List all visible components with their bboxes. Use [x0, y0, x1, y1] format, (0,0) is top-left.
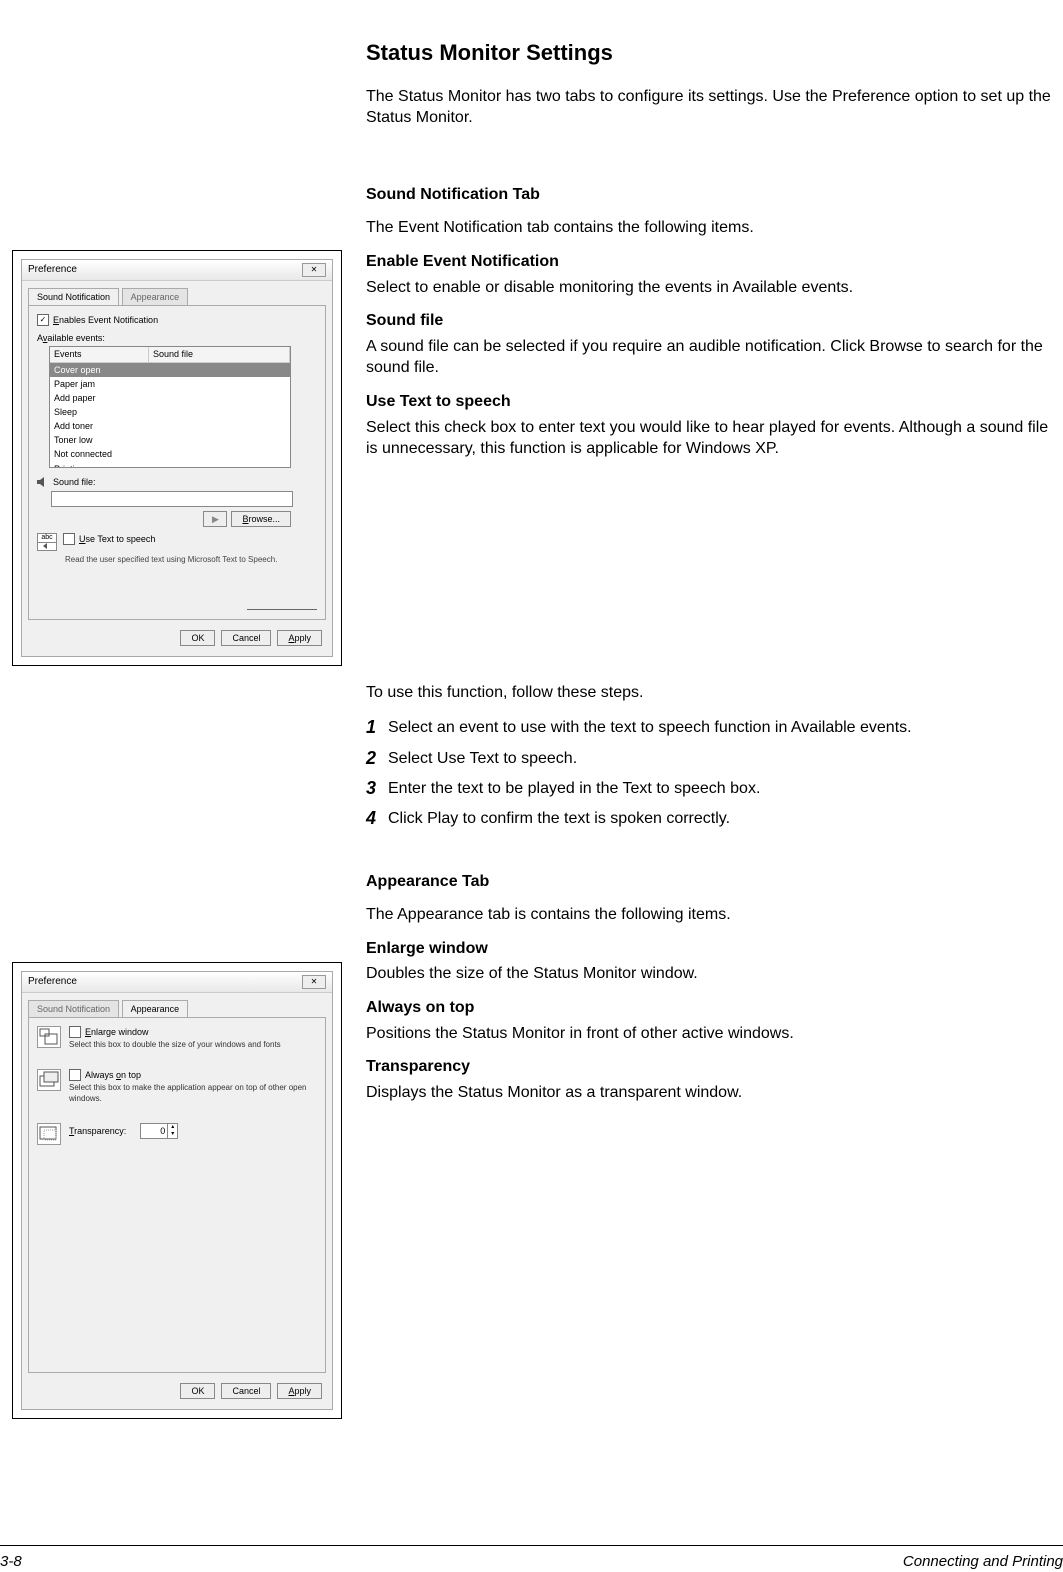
step-number: 1 [366, 715, 388, 739]
list-item[interactable]: Sleep [50, 405, 290, 419]
events-listbox[interactable]: Events Sound file Cover open Paper jam A… [49, 346, 291, 468]
intro-paragraph: The Status Monitor has two tabs to confi… [366, 86, 1054, 129]
tts-desc: Select this check box to enter text you … [366, 417, 1054, 460]
transp-desc: Displays the Status Monitor as a transpa… [366, 1082, 1054, 1104]
use-tts-checkbox[interactable] [63, 533, 75, 545]
enable-event-checkbox[interactable]: ✓ [37, 314, 49, 326]
always-on-top-icon [37, 1069, 61, 1091]
text-to-speech-icon: abc [37, 533, 57, 551]
ontop-label: Always on top [366, 997, 1054, 1019]
step-number: 3 [366, 776, 388, 800]
transparency-icon [37, 1123, 61, 1145]
enlarge-window-desc: Select this box to double the size of yo… [69, 1040, 317, 1051]
transparency-label: Transparency: [69, 1125, 126, 1137]
col-soundfile: Sound file [149, 347, 290, 361]
list-item[interactable]: Add toner [50, 419, 290, 433]
step-row: 3 Enter the text to be played in the Tex… [366, 776, 1054, 800]
list-item[interactable]: Cover open [50, 363, 290, 377]
ok-button[interactable]: OK [180, 1383, 215, 1399]
transparency-value[interactable] [141, 1126, 167, 1136]
use-tts-label: Use Text to speech [79, 533, 155, 545]
enlarge-label: Enlarge window [366, 938, 1054, 960]
soundfile-field-label: Sound file: [53, 476, 96, 488]
transparency-stepper[interactable]: ▴▾ [140, 1123, 178, 1139]
section-name: Connecting and Printing [903, 1552, 1063, 1572]
step-number: 4 [366, 806, 388, 830]
soundfile-label: Sound file [366, 310, 1054, 332]
available-events-label: Available events: [37, 332, 317, 344]
chevron-up-icon[interactable]: ▴ [167, 1124, 177, 1131]
page-footer: 3-8 Connecting and Printing [0, 1545, 1063, 1552]
step-text: Enter the text to be played in the Text … [388, 776, 1054, 800]
enable-event-label: Enables Event Notification [53, 314, 158, 326]
list-item[interactable]: Paper jam [50, 377, 290, 391]
enlarge-window-label: Enlarge window [85, 1026, 149, 1038]
soundfile-desc: A sound file can be selected if you requ… [366, 336, 1054, 379]
page-title: Status Monitor Settings [366, 38, 1054, 68]
list-item[interactable]: Toner low [50, 433, 290, 447]
list-item[interactable]: Printing [50, 462, 290, 469]
enlarge-window-checkbox[interactable] [69, 1026, 81, 1038]
list-item[interactable]: Not connected [50, 447, 290, 461]
always-on-top-label: Always on top [85, 1069, 141, 1081]
page-number: 3-8 [0, 1552, 22, 1572]
dialog-title: Preference [28, 975, 77, 989]
list-item[interactable]: Add paper [50, 391, 290, 405]
step-text: Select an event to use with the text to … [388, 715, 1054, 739]
always-on-top-desc: Select this box to make the application … [69, 1083, 317, 1105]
step-text: Select Use Text to speech. [388, 746, 1054, 770]
close-icon[interactable]: ✕ [302, 975, 326, 989]
screenshot-preference-sound: Preference ✕ Sound Notification Appearan… [12, 250, 342, 666]
col-events: Events [50, 347, 149, 361]
ontop-desc: Positions the Status Monitor in front of… [366, 1023, 1054, 1045]
tab-sound-notification[interactable]: Sound Notification [28, 1000, 119, 1018]
transp-label: Transparency [366, 1056, 1054, 1078]
enlarge-window-icon [37, 1026, 61, 1048]
apply-button[interactable]: Apply [277, 1383, 322, 1399]
step-row: 2 Select Use Text to speech. [366, 746, 1054, 770]
ok-button[interactable]: OK [180, 630, 215, 646]
step-row: 1 Select an event to use with the text t… [366, 715, 1054, 739]
browse-button[interactable]: Browse... [231, 511, 291, 527]
speaker-icon [37, 476, 49, 488]
cancel-button[interactable]: Cancel [221, 1383, 271, 1399]
play-button[interactable]: ▶ [203, 511, 227, 527]
steps-intro: To use this function, follow these steps… [366, 682, 1054, 704]
enlarge-desc: Doubles the size of the Status Monitor w… [366, 963, 1054, 985]
soundfile-input[interactable] [51, 491, 293, 507]
enable-desc: Select to enable or disable monitoring t… [366, 277, 1054, 299]
tab-appearance[interactable]: Appearance [122, 1000, 189, 1018]
always-on-top-checkbox[interactable] [69, 1069, 81, 1081]
tts-hint: Read the user specified text using Micro… [65, 555, 317, 566]
tab-sound-notification[interactable]: Sound Notification [28, 288, 119, 306]
chevron-down-icon[interactable]: ▾ [167, 1131, 177, 1138]
step-row: 4 Click Play to confirm the text is spok… [366, 806, 1054, 830]
enable-label: Enable Event Notification [366, 251, 1054, 273]
apply-button[interactable]: Apply [277, 630, 322, 646]
appearance-heading: Appearance Tab [366, 871, 1054, 893]
dialog-title: Preference [28, 263, 77, 277]
cancel-button[interactable]: Cancel [221, 630, 271, 646]
step-text: Click Play to confirm the text is spoken… [388, 806, 1054, 830]
step-number: 2 [366, 746, 388, 770]
appearance-intro: The Appearance tab is contains the follo… [366, 904, 1054, 926]
close-icon[interactable]: ✕ [302, 263, 326, 277]
sound-tab-intro: The Event Notification tab contains the … [366, 217, 1054, 239]
sound-tab-heading: Sound Notification Tab [366, 184, 1054, 206]
tts-label: Use Text to speech [366, 391, 1054, 413]
screenshot-preference-appearance: Preference ✕ Sound Notification Appearan… [12, 962, 342, 1419]
tab-appearance[interactable]: Appearance [122, 288, 189, 306]
